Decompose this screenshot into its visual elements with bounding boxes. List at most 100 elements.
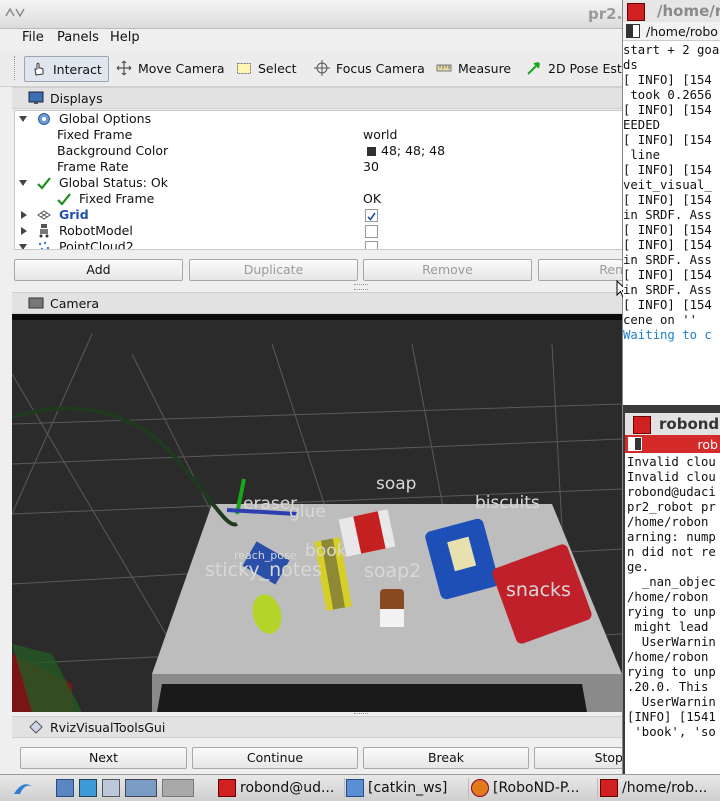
terminal-line: [ INFO] [154	[623, 223, 712, 237]
break-button[interactable]: Break	[363, 747, 529, 769]
window-title: pr2.	[588, 5, 623, 23]
terminal-window-2[interactable]: robond rob Invalid clou Invalid clou rob…	[625, 413, 720, 774]
toolbar-grip[interactable]	[14, 56, 18, 80]
displays-panel-title: Displays	[50, 90, 103, 106]
terminal-line: took 0.2656	[623, 88, 712, 102]
terminal-line: /home/robon	[627, 515, 709, 529]
next-button[interactable]: Next	[20, 747, 187, 769]
collapse-arrow-icon[interactable]	[21, 227, 27, 235]
tool-move-camera-button[interactable]: Move Camera	[110, 56, 231, 80]
terminal-2-tab-label: rob	[697, 436, 718, 452]
robot-model-checkbox[interactable]	[365, 225, 378, 238]
window-titlebar[interactable]: pr2.	[0, 0, 622, 29]
tool-select-button[interactable]: Select	[230, 56, 303, 80]
expand-arrow-icon[interactable]	[19, 180, 27, 186]
tool-focus-camera-label: Focus Camera	[336, 60, 425, 76]
terminal-line: in SRDF. Ass	[623, 253, 712, 267]
object-label-glue: glue	[289, 502, 326, 522]
terminal-line: Waiting to c	[623, 328, 712, 342]
menu-panels[interactable]: Panels	[57, 30, 99, 45]
hand-cursor-icon	[31, 61, 47, 77]
add-display-button[interactable]: Add	[14, 259, 183, 281]
taskbar-item-label: [catkin_ws]	[368, 780, 448, 796]
terminal-tab-icon	[626, 24, 640, 38]
terminal-line: UserWarnin	[627, 635, 716, 649]
terminal-2-tab[interactable]: rob	[625, 435, 720, 453]
tool-focus-camera-button[interactable]: Focus Camera	[308, 56, 431, 80]
tree-row-frame-rate[interactable]: Frame Rate 30	[15, 159, 622, 175]
terminal-window-1[interactable]: /home/r /home/robo start + 2 goa ds [ IN…	[623, 0, 720, 405]
terminal-2-title: robond	[659, 415, 720, 433]
frame-rate-label: Frame Rate	[57, 159, 129, 174]
terminal-line: veit_visual_	[623, 178, 712, 192]
window-icon[interactable]	[102, 779, 120, 797]
terminal-line: start + 2 goa	[623, 43, 720, 57]
tree-row-pointcloud[interactable]: PointCloud2	[15, 239, 622, 249]
object-label-soap2: soap2	[364, 560, 422, 582]
tool-measure-button[interactable]: Measure	[430, 56, 517, 80]
background-color-value[interactable]: 48; 48; 48	[381, 143, 445, 158]
duplicate-display-button[interactable]: Duplicate	[189, 259, 358, 281]
tree-row-global-options[interactable]: Global Options	[15, 111, 622, 127]
rename-display-button[interactable]: Ren	[538, 259, 622, 281]
terminal-app-icon	[600, 779, 618, 797]
taskbar: robond@ud... [catkin_ws] [RoboND-P... /h…	[0, 774, 720, 801]
stop-button[interactable]: Stop	[534, 747, 622, 769]
taskbar-item-label: robond@ud...	[240, 780, 335, 796]
taskbar-item-label: /home/rob...	[622, 780, 708, 796]
terminal-1-tab[interactable]: /home/robo	[623, 22, 720, 41]
workspace-pager[interactable]	[162, 779, 194, 797]
object-label-biscuits: biscuits	[475, 493, 540, 513]
tree-row-fixed-frame[interactable]: Fixed Frame world	[15, 127, 622, 143]
terminal-1-titlebar[interactable]: /home/r	[623, 0, 720, 22]
tool-interact-button[interactable]: Interact	[24, 56, 109, 82]
settings-icon[interactable]	[79, 779, 97, 797]
terminal-line: Invalid clou	[627, 455, 716, 469]
terminal-line: pr2_robot pr	[627, 500, 716, 514]
pointcloud-checkbox[interactable]	[365, 241, 378, 249]
tree-row-global-status[interactable]: Global Status: Ok	[15, 175, 622, 191]
rviz-window: pr2. File Panels Help Interact Move Came…	[0, 0, 623, 774]
diamond-icon	[28, 719, 44, 735]
file-manager-icon[interactable]	[56, 779, 74, 797]
menu-file[interactable]: File	[22, 30, 44, 45]
terminal-2-output: Invalid clou Invalid clou robond@udaci p…	[625, 453, 720, 740]
color-swatch[interactable]	[367, 147, 376, 156]
continue-button[interactable]: Continue	[192, 747, 358, 769]
grid-enabled-checkbox[interactable]	[365, 209, 378, 222]
move-arrows-icon	[116, 60, 132, 76]
object-label-snacks: snacks	[506, 579, 571, 601]
monitor-icon	[28, 90, 44, 106]
expand-arrow-icon[interactable]	[19, 116, 27, 122]
workspace-pager[interactable]	[125, 779, 157, 797]
tool-select-label: Select	[258, 60, 297, 76]
tree-row-background-color[interactable]: Background Color 48; 48; 48	[15, 143, 622, 159]
taskbar-item-browser[interactable]: [RoboND-P...	[467, 778, 598, 798]
terminal-line: /home/robon	[627, 650, 709, 664]
expand-arrow-icon[interactable]	[19, 244, 27, 249]
terminal-line: n did not re	[627, 545, 716, 559]
green-arrow-icon	[526, 60, 542, 76]
terminal-2-titlebar[interactable]: robond	[625, 413, 720, 435]
taskbar-item-terminal-2[interactable]: /home/rob...	[596, 778, 720, 798]
tree-row-robot-model[interactable]: RobotModel	[15, 223, 622, 239]
start-menu-icon[interactable]	[12, 778, 34, 798]
tree-row-grid[interactable]: Grid	[15, 207, 622, 223]
taskbar-item-terminal[interactable]: robond@ud...	[214, 778, 345, 798]
terminal-line: robond@udaci	[627, 485, 716, 499]
splitter-handle[interactable]	[354, 284, 368, 290]
object-label-soap: soap	[376, 474, 417, 494]
collapse-arrow-icon[interactable]	[21, 211, 27, 219]
camera-3d-view[interactable]: soap eraser glue biscuits book reach_pos…	[12, 314, 622, 712]
tree-row-status-fixed-frame[interactable]: Fixed Frame OK	[15, 191, 622, 207]
fixed-frame-value[interactable]: world	[363, 127, 397, 142]
menu-help[interactable]: Help	[110, 30, 140, 45]
terminal-line: in SRDF. Ass	[623, 208, 712, 222]
remove-display-button[interactable]: Remove	[363, 259, 532, 281]
terminal-line: [ INFO] [154	[623, 268, 712, 282]
tool-2d-pose-estimate-button[interactable]: 2D Pose Estin	[520, 56, 622, 80]
global-status-label: Global Status: Ok	[59, 175, 168, 190]
visual-tools-panel-header: RvizVisualToolsGui	[12, 716, 622, 738]
frame-rate-value[interactable]: 30	[363, 159, 379, 174]
taskbar-item-folder[interactable]: [catkin_ws]	[342, 778, 469, 798]
